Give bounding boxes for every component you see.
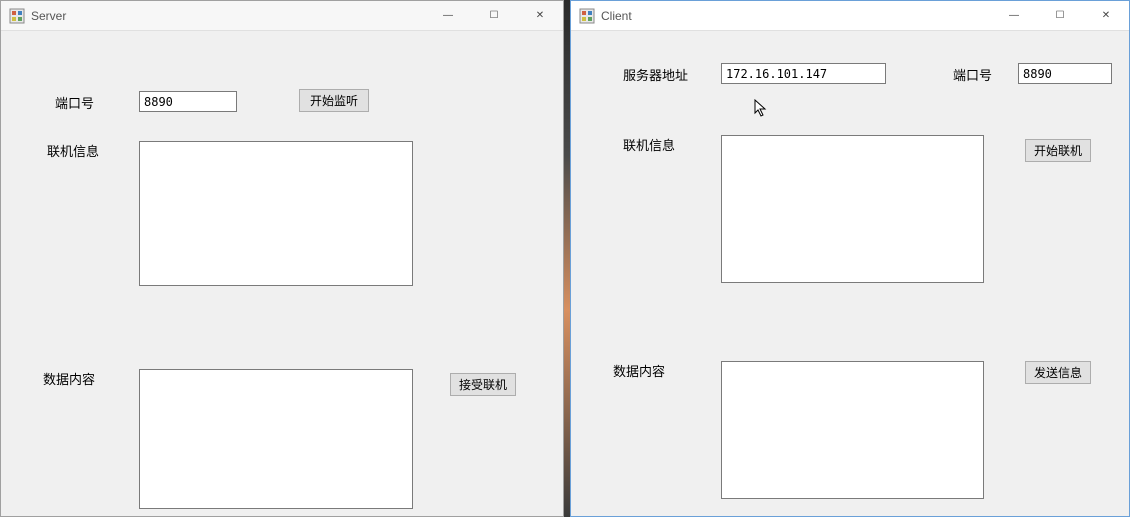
app-icon [579,8,595,24]
client-port-label: 端口号 [953,65,992,84]
client-server-addr-input[interactable] [721,63,886,84]
client-title: Client [601,9,632,23]
app-icon [9,8,25,24]
close-icon: ✕ [536,10,544,21]
close-button[interactable]: ✕ [517,1,563,31]
server-port-input[interactable] [139,91,237,112]
maximize-icon: ☐ [1056,10,1065,21]
server-info-label: 联机信息 [47,141,99,160]
accept-connect-button[interactable]: 接受联机 [450,373,516,396]
client-content: 服务器地址 端口号 联机信息 开始联机 数据内容 发送信息 [571,31,1129,516]
client-data-label: 数据内容 [613,361,665,380]
server-port-label: 端口号 [55,93,94,112]
server-data-label: 数据内容 [43,369,95,388]
maximize-icon: ☐ [490,10,499,21]
client-server-addr-label: 服务器地址 [623,65,688,84]
minimize-button[interactable]: — [991,1,1037,31]
client-titlebar[interactable]: Client — ☐ ✕ [571,1,1129,31]
minimize-icon: — [443,10,453,21]
client-info-label: 联机信息 [623,135,675,154]
server-title: Server [31,9,66,23]
maximize-button[interactable]: ☐ [1037,1,1083,31]
client-window: Client — ☐ ✕ 服务器地址 端口号 联机信息 开始联机 数据内容 发送… [570,0,1130,517]
server-content: 端口号 开始监听 联机信息 数据内容 接受联机 [1,31,563,516]
close-button[interactable]: ✕ [1083,1,1129,31]
server-data-textarea[interactable] [139,369,413,509]
mouse-cursor-icon [754,99,770,119]
minimize-button[interactable]: — [425,1,471,31]
client-info-textarea[interactable] [721,135,984,283]
minimize-icon: — [1009,10,1019,21]
close-icon: ✕ [1102,10,1110,21]
server-info-textarea[interactable] [139,141,413,286]
send-info-button[interactable]: 发送信息 [1025,361,1091,384]
client-data-textarea[interactable] [721,361,984,499]
maximize-button[interactable]: ☐ [471,1,517,31]
client-port-input[interactable] [1018,63,1112,84]
server-window: Server — ☐ ✕ 端口号 开始监听 联机信息 数据内容 接受联机 [0,0,564,517]
server-titlebar[interactable]: Server — ☐ ✕ [1,1,563,31]
start-connect-button[interactable]: 开始联机 [1025,139,1091,162]
start-listen-button[interactable]: 开始监听 [299,89,369,112]
